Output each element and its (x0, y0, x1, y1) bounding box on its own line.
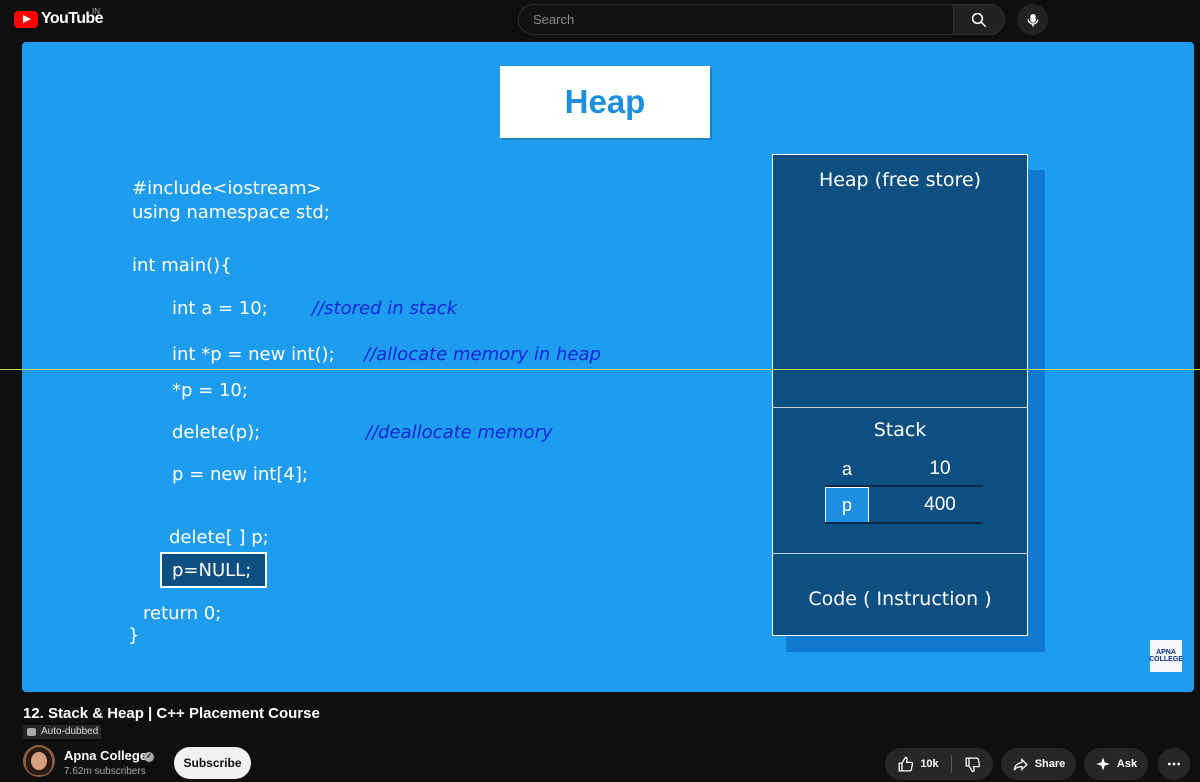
channel-avatar[interactable] (23, 745, 55, 777)
ask-button[interactable]: Ask (1084, 748, 1148, 780)
code-line: int main(){ (132, 255, 232, 276)
top-bar: YouTube IN (0, 0, 1200, 38)
video-player[interactable]: Heap #include<iostream> using namespace … (22, 42, 1194, 692)
auto-dubbed-label: Auto-dubbed (41, 726, 99, 737)
stack-row-p: p 400 (825, 487, 983, 523)
more-icon (1168, 762, 1180, 766)
code-segment-label: Code ( Instruction ) (808, 588, 992, 610)
code-line: p=NULL; (172, 560, 252, 581)
search-button[interactable] (953, 4, 1005, 35)
voice-search-button[interactable] (1017, 4, 1048, 35)
code-comment: //allocate memory in heap (364, 344, 601, 365)
stack-code-divider (773, 553, 1027, 554)
search-icon (971, 12, 987, 27)
heap-stack-divider (773, 407, 1027, 408)
stack-variable-name: a (841, 458, 852, 479)
code-line: using namespace std; (132, 202, 330, 223)
share-icon (1013, 757, 1028, 771)
apna-college-logo: APNA COLLEGE (1149, 640, 1183, 672)
share-label: Share (1034, 758, 1066, 770)
dub-icon (27, 728, 36, 736)
heap-label: Heap (free store) (818, 169, 982, 191)
code-line: delete(p); (172, 422, 261, 443)
code-line: int a = 10; (172, 298, 268, 319)
thumbs-down-icon (965, 756, 981, 772)
video-title: 12. Stack & Heap | C++ Placement Course (23, 705, 320, 722)
code-line: } (128, 625, 140, 646)
channel-name[interactable]: Apna College (64, 748, 147, 763)
stack-variable-name: p (825, 487, 869, 523)
stack-row-a: a 10 (825, 451, 983, 487)
like-button[interactable]: 10k (885, 748, 951, 780)
stack-variable-value: 400 (924, 494, 956, 515)
subscriber-count: 7.62m subscribers (64, 766, 146, 777)
like-count: 10k (920, 758, 939, 770)
sparkle-icon (1096, 757, 1110, 771)
slide-title: Heap (564, 83, 646, 120)
memory-diagram: Heap (free store) Stack a 10 p 400 Code … (772, 154, 1028, 636)
region-label: IN (92, 7, 100, 16)
code-line: #include<iostream> (132, 178, 322, 199)
dislike-button[interactable] (952, 748, 993, 780)
share-button[interactable]: Share (1001, 748, 1076, 780)
thumbs-up-icon (898, 756, 914, 772)
stack-row-divider (825, 522, 983, 524)
more-actions-button[interactable] (1158, 748, 1190, 780)
search-box (518, 4, 954, 35)
like-dislike-group: 10k (885, 748, 993, 780)
code-comment: //stored in stack (312, 298, 458, 319)
ask-label: Ask (1116, 758, 1138, 770)
slide-title-box: Heap (500, 66, 710, 138)
search-input[interactable] (519, 5, 953, 34)
code-line: *p = 10; (172, 380, 248, 401)
play-icon (14, 10, 38, 28)
auto-dubbed-badge: Auto-dubbed (23, 725, 102, 739)
avatar-face (31, 752, 47, 770)
video-scanline-artifact (0, 369, 1200, 370)
stack-label: Stack (873, 419, 927, 441)
microphone-icon (1027, 13, 1038, 27)
watermark-text: APNA COLLEGE (1149, 649, 1183, 663)
code-comment: //deallocate memory (366, 422, 553, 443)
youtube-logo[interactable]: YouTube (14, 10, 103, 28)
code-line: p = new int[4]; (172, 464, 308, 485)
code-line: delete[ ] p; (169, 527, 269, 548)
stack-variable-value: 10 (929, 458, 951, 479)
subscribe-button[interactable]: Subscribe (174, 747, 251, 779)
verified-icon: ✓ (144, 752, 154, 762)
code-line: return 0; (143, 603, 222, 624)
code-line: int *p = new int(); (172, 344, 335, 365)
